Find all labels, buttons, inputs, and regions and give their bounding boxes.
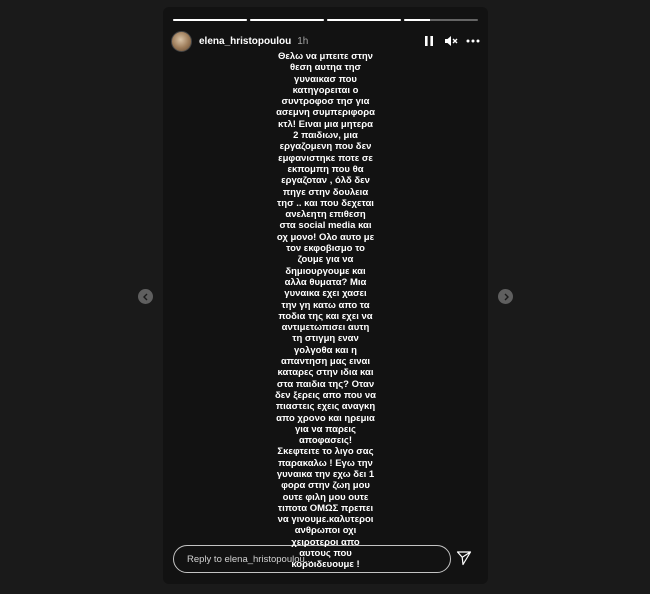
story-text-line: στα social media και bbox=[279, 220, 372, 232]
story-text-line: εργαζομενη που δεν bbox=[279, 141, 372, 153]
story-text-line: ανθρωποι οχι bbox=[294, 525, 357, 537]
story-text-line: πηγε στην δουλεια bbox=[282, 186, 369, 198]
previous-story-button[interactable] bbox=[138, 289, 153, 304]
next-story-button[interactable] bbox=[498, 289, 513, 304]
progress-segment bbox=[173, 19, 247, 21]
progress-segment bbox=[327, 19, 401, 21]
story-text-line: απαντηση μας ειναι bbox=[280, 356, 371, 368]
story-text-line: Σκεφτειτε το λιγο σας bbox=[277, 446, 374, 458]
send-button[interactable] bbox=[455, 549, 473, 567]
story-text-line: εργαζοταν , όλδ δεν bbox=[281, 175, 370, 187]
story-text-line: συντροφοσ τησ για bbox=[281, 96, 370, 108]
story-progress bbox=[173, 19, 478, 21]
story-text-line: γυναικασ που bbox=[294, 73, 357, 85]
story-viewer: elena_hristopoulou 1h Θελω να μπειτε στη… bbox=[0, 0, 650, 594]
story-text-line: ανελεητη επιθεση bbox=[285, 209, 366, 221]
progress-fill bbox=[250, 19, 324, 21]
story-text-line: ποδια της και εχει να bbox=[278, 310, 373, 322]
story-text-line: τιποτα ΟΜΩΣ πρεπει bbox=[277, 502, 374, 514]
more-options-button[interactable] bbox=[466, 34, 480, 48]
progress-fill bbox=[404, 19, 430, 21]
story-text-line: να γινουμε.καλυτεροι bbox=[277, 514, 374, 526]
progress-segment bbox=[250, 19, 324, 21]
story-text-line: δεν ξερεις απο που να bbox=[275, 389, 376, 401]
story-text-line: απο χρονο και ηρεμια bbox=[276, 412, 375, 424]
story-text-line: θεση αυτηα τησ bbox=[289, 62, 362, 74]
speaker-muted-icon bbox=[445, 36, 458, 46]
story-controls bbox=[422, 34, 480, 48]
chevron-right-icon bbox=[504, 293, 509, 300]
story-text-line: γολγοθα και η bbox=[294, 344, 357, 356]
story-text-line: γυναικα εχει χασει bbox=[284, 288, 367, 300]
reply-input[interactable] bbox=[187, 553, 450, 565]
story-text-line: καταρες στην ιδια και bbox=[277, 367, 374, 379]
story-text-line: γυναικα την εχω δει 1 bbox=[276, 468, 375, 480]
story-text-line: ουτε φιλη μου ουτε bbox=[282, 491, 369, 503]
story-text-line: δημιουργουμε και bbox=[285, 265, 366, 277]
chevron-left-icon bbox=[142, 293, 147, 300]
pause-button[interactable] bbox=[422, 34, 436, 48]
mute-button[interactable] bbox=[444, 34, 458, 48]
more-horizontal-icon bbox=[466, 39, 480, 43]
progress-segment bbox=[404, 19, 478, 21]
story-text-line: αλλα θυματα? Μια bbox=[284, 276, 367, 288]
story-text-line: την γη κατω απο τα bbox=[281, 299, 370, 311]
avatar[interactable] bbox=[171, 30, 192, 52]
story-text-line: τησ .. και που δεχεται bbox=[277, 197, 374, 209]
pause-icon bbox=[425, 36, 433, 46]
story-text-line: ζουμε για να bbox=[297, 254, 354, 266]
story-text-line: τον εκφοβισμο το bbox=[286, 243, 365, 255]
story-text-line: φορα στην ζωη μου bbox=[281, 480, 370, 492]
story-text-line: ασεμνη συμπεριφορα bbox=[276, 107, 375, 119]
story-text-line: αντιμετωπισει αυτη bbox=[281, 322, 370, 334]
story-text: Θελω να μπειτε στην θεση αυτηα τησ γυναικα… bbox=[163, 51, 488, 571]
story-text-line: Θελω να μπειτε στην bbox=[278, 51, 373, 62]
progress-fill bbox=[327, 19, 401, 21]
story-text-line: για να παρεις bbox=[295, 423, 356, 435]
story-header: elena_hristopoulou 1h bbox=[171, 29, 480, 53]
story-text-line: εμφανιστηκε ποτε σε bbox=[278, 152, 373, 164]
story-card[interactable]: elena_hristopoulou 1h Θελω να μπειτε στη… bbox=[163, 7, 488, 584]
reply-bar[interactable] bbox=[173, 545, 451, 573]
story-text-line: πιαστεις εχεις αναγκη bbox=[275, 401, 376, 413]
story-text-line: αποφασεις! bbox=[298, 435, 353, 447]
post-time: 1h bbox=[297, 35, 309, 47]
story-text-line: 2 παιδιων, μια bbox=[293, 130, 358, 142]
story-text-line: στα παιδια της? Οταν bbox=[276, 378, 375, 390]
story-text-line: οχ μονο! Ολο αυτο με bbox=[276, 231, 375, 243]
story-text-line: κατηγορειται ο bbox=[292, 84, 359, 96]
story-text-line: κτλ! Ειναι μια μητερα bbox=[277, 118, 373, 130]
story-text-line: τη στιγμη εναν bbox=[292, 333, 359, 345]
send-icon bbox=[456, 551, 472, 566]
username[interactable]: elena_hristopoulou bbox=[199, 36, 291, 47]
story-text-line: εκπομπη που θα bbox=[287, 163, 364, 175]
story-text-line: παρακαλω ! Εγω την bbox=[278, 457, 373, 469]
progress-fill bbox=[173, 19, 247, 21]
